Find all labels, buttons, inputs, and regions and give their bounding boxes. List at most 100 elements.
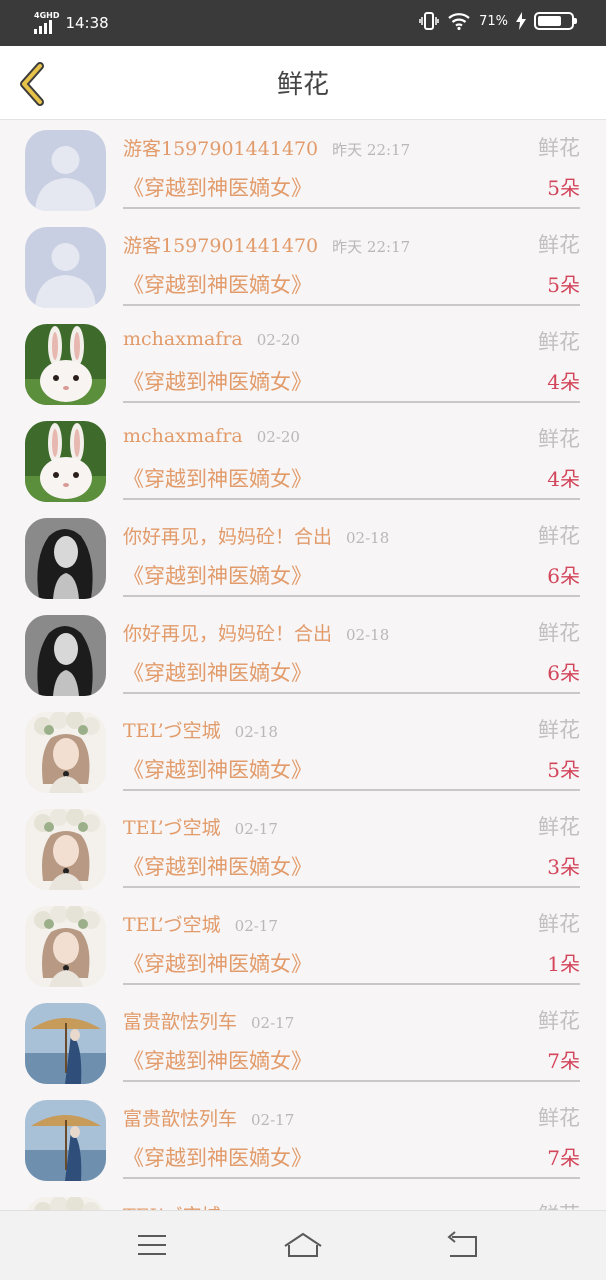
gift-count: 4朵 — [547, 370, 580, 394]
gift-type: 鲜花 — [538, 427, 580, 451]
list-item[interactable]: 游客1597901441470 昨天 22:17 《穿越到神医嫡女》 鲜花 5朵 — [0, 217, 606, 314]
list-item[interactable]: 富贵歆怯列车 02-17 《穿越到神医嫡女》 鲜花 7朵 — [0, 1090, 606, 1187]
book-title: 《穿越到神医嫡女》 — [123, 467, 312, 491]
gift-type: 鲜花 — [538, 136, 580, 160]
menu-button[interactable] — [130, 1225, 174, 1265]
avatar[interactable] — [25, 906, 106, 987]
list-item-info: 你好再见，妈妈砼！合出 02-18 《穿越到神医嫡女》 鲜花 6朵 — [123, 508, 580, 597]
list-item-info: 游客1597901441470 昨天 22:17 《穿越到神医嫡女》 鲜花 5朵 — [123, 120, 580, 209]
vibrate-icon — [419, 12, 439, 30]
list-item-info: TEL’づ空城 02-17 《穿越到神医嫡女》 鲜花 1朵 — [123, 896, 580, 985]
user-name-text: 游客1597901441470 — [123, 138, 319, 160]
gift-count: 5朵 — [547, 176, 580, 200]
book-title: 《穿越到神医嫡女》 — [123, 758, 312, 782]
book-title: 《穿越到神医嫡女》 — [123, 273, 312, 297]
user-name: TEL’づ空城 02-17 — [123, 910, 278, 937]
user-name-text: 游客1597901441470 — [123, 235, 319, 257]
gift-type: 鲜花 — [538, 815, 580, 839]
gift-time: 02-20 — [256, 428, 300, 446]
list-item[interactable]: TEL’づ空城 02-17 《穿越到神医嫡女》 鲜花 3朵 — [0, 799, 606, 896]
gift-count: 4朵 — [547, 467, 580, 491]
list-item-info: TEL’づ空城02-17《穿越到神医嫡女》鲜花 — [123, 1187, 580, 1210]
gift-time: 昨天 22:17 — [332, 141, 411, 159]
gift-count: 7朵 — [547, 1146, 580, 1170]
gift-time: 02-18 — [346, 626, 390, 644]
gift-type: 鲜花 — [538, 912, 580, 936]
avatar[interactable] — [25, 518, 106, 599]
user-name: mchaxmafra 02-20 — [123, 425, 300, 447]
avatar[interactable] — [25, 421, 106, 502]
home-button[interactable] — [281, 1225, 325, 1265]
avatar[interactable] — [25, 227, 106, 308]
book-title: 《穿越到神医嫡女》 — [123, 855, 312, 879]
user-name: 富贵歆怯列车 02-17 — [123, 1104, 294, 1131]
list-item[interactable]: TEL’づ空城02-17《穿越到神医嫡女》鲜花 — [0, 1187, 606, 1210]
book-title: 《穿越到神医嫡女》 — [123, 952, 312, 976]
gift-time: 02-17 — [251, 1111, 295, 1129]
home-icon — [284, 1232, 322, 1257]
menu-icon — [138, 1235, 166, 1255]
signal-icon — [34, 20, 52, 34]
gift-type: 鲜花 — [538, 1009, 580, 1033]
avatar[interactable] — [25, 324, 106, 405]
avatar[interactable] — [25, 1003, 106, 1084]
list-item[interactable]: TEL’づ空城 02-17 《穿越到神医嫡女》 鲜花 1朵 — [0, 896, 606, 993]
page-title: 鲜花 — [276, 70, 329, 100]
book-title: 《穿越到神医嫡女》 — [123, 1146, 312, 1170]
user-name: 游客1597901441470 昨天 22:17 — [123, 134, 410, 161]
avatar[interactable] — [25, 615, 106, 696]
gift-time: 02-18 — [234, 723, 278, 741]
list-item[interactable]: 你好再见，妈妈砼！合出 02-18 《穿越到神医嫡女》 鲜花 6朵 — [0, 605, 606, 702]
user-name-text: 富贵歆怯列车 — [123, 1011, 238, 1033]
avatar[interactable] — [25, 809, 106, 890]
app-header: 鲜花 — [0, 46, 606, 120]
book-title: 《穿越到神医嫡女》 — [123, 176, 312, 200]
user-name: mchaxmafra 02-20 — [123, 328, 300, 350]
gift-type: 鲜花 — [538, 330, 580, 354]
status-bar: 4GHD 14:38 71% — [0, 0, 606, 46]
gift-time: 02-17 — [234, 917, 278, 935]
list-item[interactable]: 富贵歆怯列车 02-17 《穿越到神医嫡女》 鲜花 7朵 — [0, 993, 606, 1090]
user-name: 游客1597901441470 昨天 22:17 — [123, 231, 410, 258]
battery-percent: 71% — [479, 13, 508, 29]
user-name: 你好再见，妈妈砼！合出 02-18 — [123, 619, 389, 646]
gift-type: 鲜花 — [538, 718, 580, 742]
avatar[interactable] — [25, 130, 106, 211]
gift-count: 1朵 — [547, 952, 580, 976]
list-item-info: 富贵歆怯列车 02-17 《穿越到神医嫡女》 鲜花 7朵 — [123, 1090, 580, 1179]
network-indicator: 4GHD — [34, 12, 59, 34]
gift-count: 3朵 — [547, 855, 580, 879]
list-item[interactable]: mchaxmafra 02-20 《穿越到神医嫡女》 鲜花 4朵 — [0, 314, 606, 411]
gift-type: 鲜花 — [538, 621, 580, 645]
list-item[interactable]: TEL’づ空城 02-18 《穿越到神医嫡女》 鲜花 5朵 — [0, 702, 606, 799]
list-item[interactable]: 你好再见，妈妈砼！合出 02-18 《穿越到神医嫡女》 鲜花 6朵 — [0, 508, 606, 605]
charging-icon — [516, 12, 526, 30]
list-item[interactable]: mchaxmafra 02-20 《穿越到神医嫡女》 鲜花 4朵 — [0, 411, 606, 508]
avatar[interactable] — [25, 712, 106, 793]
gift-time: 02-20 — [256, 331, 300, 349]
gift-count: 6朵 — [547, 564, 580, 588]
avatar[interactable] — [25, 1100, 106, 1181]
gift-time: 02-17 — [234, 820, 278, 838]
battery-icon — [534, 12, 577, 30]
wifi-icon — [448, 13, 470, 30]
user-name: 你好再见，妈妈砼！合出 02-18 — [123, 522, 389, 549]
user-name-text: 富贵歆怯列车 — [123, 1108, 238, 1130]
list-item-info: TEL’づ空城 02-18 《穿越到神医嫡女》 鲜花 5朵 — [123, 702, 580, 791]
gift-type: 鲜花 — [538, 1106, 580, 1130]
book-title: 《穿越到神医嫡女》 — [123, 1049, 312, 1073]
gift-time: 02-17 — [251, 1014, 295, 1032]
user-name: TEL’づ空城 02-17 — [123, 813, 278, 840]
list-item-info: 你好再见，妈妈砼！合出 02-18 《穿越到神医嫡女》 鲜花 6朵 — [123, 605, 580, 694]
list-item-info: TEL’づ空城 02-17 《穿越到神医嫡女》 鲜花 3朵 — [123, 799, 580, 888]
user-name-text: TEL’づ空城 — [123, 720, 221, 742]
book-title: 《穿越到神医嫡女》 — [123, 564, 312, 588]
gift-time: 02-18 — [346, 529, 390, 547]
gift-count: 5朵 — [547, 273, 580, 297]
user-name-text: 你好再见，妈妈砼！合出 — [123, 623, 333, 645]
avatar[interactable] — [25, 1197, 106, 1210]
book-title: 《穿越到神医嫡女》 — [123, 661, 312, 685]
system-back-button[interactable] — [440, 1225, 484, 1265]
network-type: 4GHD — [34, 11, 60, 20]
list-item[interactable]: 游客1597901441470 昨天 22:17 《穿越到神医嫡女》 鲜花 5朵 — [0, 120, 606, 217]
